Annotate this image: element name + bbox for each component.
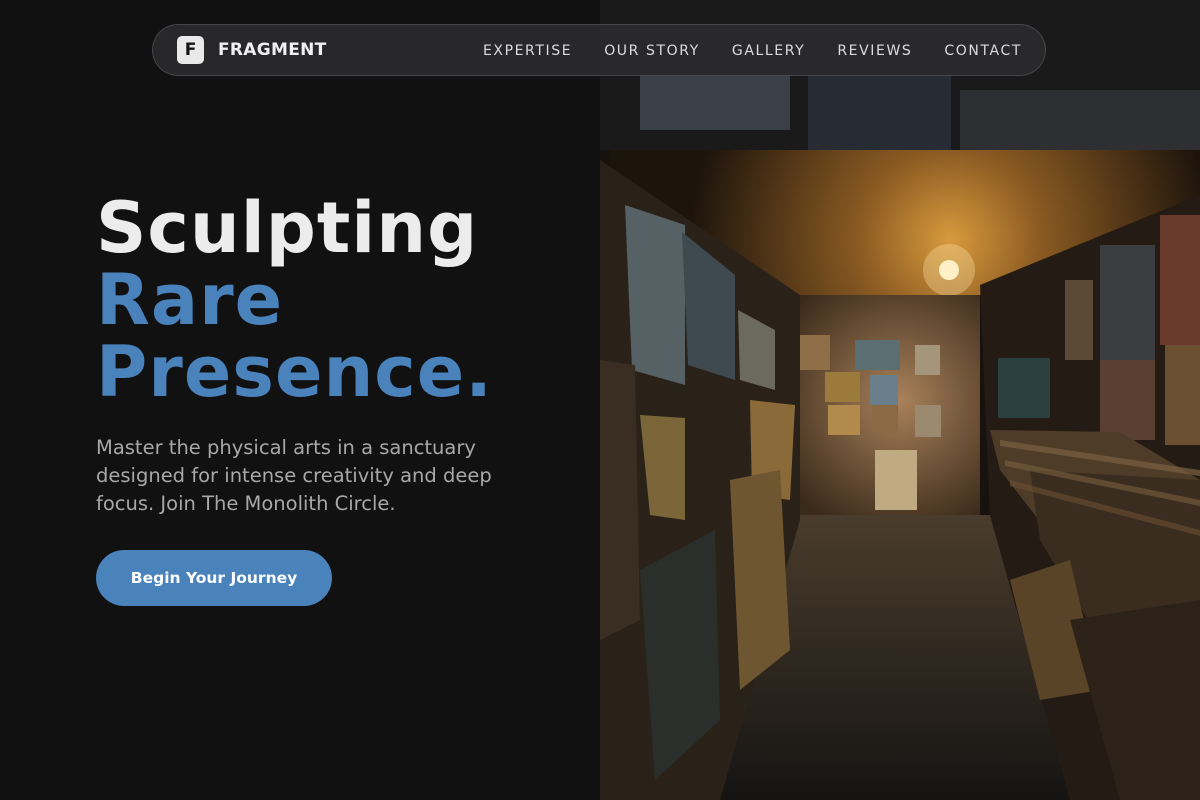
hero-heading-line-3: Presence.: [96, 331, 493, 413]
gallery-photo: [600, 0, 1200, 800]
nav-links: EXPERTISE OUR STORY GALLERY REVIEWS CONT…: [451, 25, 1022, 77]
hero-heading-line-1: Sculpting: [96, 187, 479, 269]
nav-link-expertise[interactable]: EXPERTISE: [483, 43, 572, 59]
brand-logo[interactable]: F FRAGMENT: [177, 36, 327, 64]
nav-link-reviews[interactable]: REVIEWS: [837, 43, 912, 59]
hero-description: Master the physical arts in a sanctuary …: [96, 436, 492, 515]
begin-journey-button[interactable]: Begin Your Journey: [96, 550, 332, 606]
top-navigation-bar: F FRAGMENT EXPERTISE OUR STORY GALLERY R…: [152, 24, 1046, 76]
brand-mark-icon: F: [177, 36, 204, 64]
nav-link-contact[interactable]: CONTACT: [944, 43, 1022, 59]
hero-heading-line-2: Rare: [96, 259, 284, 341]
hero-heading: Sculpting Rare Presence.: [96, 192, 493, 408]
nav-link-gallery[interactable]: GALLERY: [732, 43, 805, 59]
nav-link-our-story[interactable]: OUR STORY: [604, 43, 700, 59]
brand-name: FRAGMENT: [218, 40, 327, 60]
